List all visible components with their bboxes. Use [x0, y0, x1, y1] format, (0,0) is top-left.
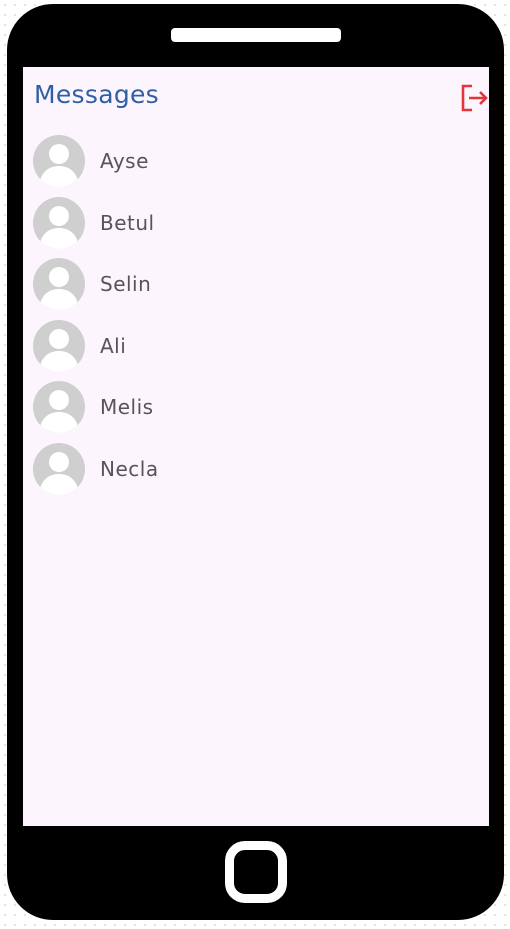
- contact-name: Melis: [100, 395, 154, 420]
- contact-item[interactable]: Melis: [23, 381, 489, 443]
- contact-item[interactable]: Ayse: [23, 135, 489, 197]
- contact-item[interactable]: Betul: [23, 196, 489, 259]
- contact-list: Ayse Betul Selin Ali Melis Necla: [23, 135, 489, 505]
- contact-item[interactable]: Selin: [23, 258, 489, 320]
- user-avatar-icon: [33, 381, 85, 434]
- user-avatar-icon: [33, 196, 85, 249]
- contact-name: Ali: [100, 333, 127, 358]
- contact-name: Ayse: [100, 149, 149, 173]
- contact-name: Selin: [100, 272, 152, 297]
- contact-name: Necla: [100, 456, 159, 481]
- page-title: Messages: [34, 80, 159, 109]
- contact-name: Betul: [100, 210, 155, 235]
- user-avatar-icon: [33, 135, 85, 187]
- app-screen: Messages Ayse Betul Selin Ali Melis Necl…: [23, 67, 489, 826]
- user-avatar-icon: [33, 442, 85, 495]
- home-button[interactable]: [225, 841, 287, 903]
- contact-item[interactable]: Ali: [23, 319, 489, 382]
- phone-speaker: [171, 28, 341, 42]
- user-avatar-icon: [33, 258, 85, 311]
- header: Messages: [23, 67, 489, 123]
- logout-button[interactable]: [459, 83, 489, 113]
- canvas: Messages Ayse Betul Selin Ali Melis Necl…: [0, 0, 510, 929]
- contact-item[interactable]: Necla: [23, 442, 489, 505]
- user-avatar-icon: [33, 319, 85, 372]
- phone-frame: Messages Ayse Betul Selin Ali Melis Necl…: [7, 4, 504, 920]
- logout-icon: [461, 84, 488, 112]
